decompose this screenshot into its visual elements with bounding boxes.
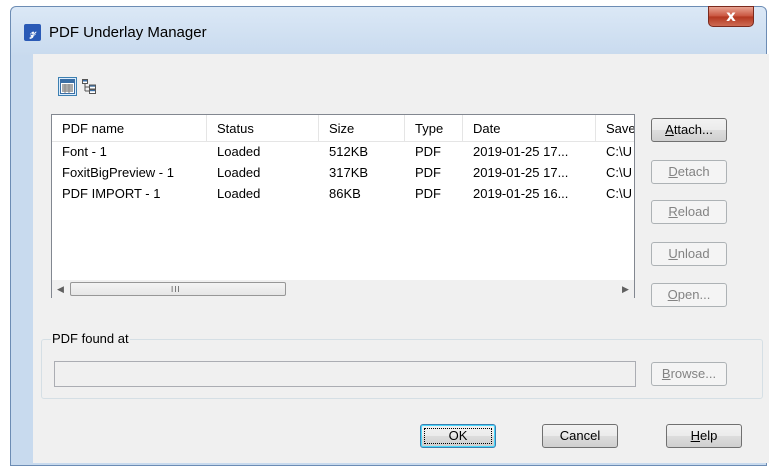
cell-status: Loaded bbox=[217, 165, 261, 180]
cell-pdf-name: Font - 1 bbox=[62, 144, 107, 159]
column-header-date[interactable]: Date bbox=[463, 115, 596, 141]
focus-rectangle bbox=[424, 428, 492, 444]
scroll-grip-icon: III bbox=[171, 285, 181, 294]
tree-view-button[interactable] bbox=[80, 77, 99, 96]
cell-size: 512KB bbox=[329, 144, 369, 159]
detach-button[interactable]: Detach bbox=[651, 160, 727, 184]
scroll-left-button[interactable]: ◀ bbox=[52, 281, 69, 298]
unload-label: nload bbox=[677, 246, 710, 261]
cell-status: Loaded bbox=[217, 144, 261, 159]
cell-saved-path: C:\U bbox=[606, 165, 632, 180]
column-header-type[interactable]: Type bbox=[405, 115, 463, 141]
detach-label: etach bbox=[677, 164, 710, 179]
column-header-size[interactable]: Size bbox=[319, 115, 405, 141]
reload-button[interactable]: Reload bbox=[651, 200, 727, 224]
browse-mnemonic: B bbox=[661, 366, 671, 381]
app-icon: 𝓏 bbox=[24, 24, 41, 41]
attach-button[interactable]: Attach... bbox=[651, 118, 727, 142]
detach-mnemonic: D bbox=[668, 164, 678, 179]
cell-size: 86KB bbox=[329, 186, 361, 201]
unload-button[interactable]: Unload bbox=[651, 242, 727, 266]
horizontal-scrollbar[interactable]: ◀ III ▶ bbox=[52, 280, 634, 298]
cancel-button[interactable]: Cancel bbox=[542, 424, 618, 448]
ok-button[interactable]: OK bbox=[420, 424, 496, 448]
table-row[interactable]: Font - 1 Loaded 512KB PDF 2019-01-25 17.… bbox=[52, 142, 634, 162]
list-view-button[interactable] bbox=[58, 77, 77, 96]
unload-mnemonic: U bbox=[668, 246, 678, 261]
attach-label: ttach... bbox=[673, 122, 713, 137]
column-header-status[interactable]: Status bbox=[207, 115, 319, 141]
scroll-thumb[interactable]: III bbox=[70, 282, 286, 296]
scroll-right-button[interactable]: ▶ bbox=[617, 281, 634, 298]
pdf-found-at-label: PDF found at bbox=[51, 331, 130, 346]
cell-type: PDF bbox=[415, 186, 441, 201]
cell-saved-path: C:\U bbox=[606, 144, 632, 159]
tree-view-icon bbox=[82, 79, 96, 94]
cell-date: 2019-01-25 17... bbox=[473, 144, 569, 159]
table-row[interactable]: FoxitBigPreview - 1 Loaded 317KB PDF 201… bbox=[52, 163, 634, 183]
arrow-right-icon: ▶ bbox=[622, 284, 629, 294]
cell-saved-path: C:\U bbox=[606, 186, 632, 201]
close-button[interactable]: x bbox=[708, 6, 754, 27]
open-label: pen... bbox=[677, 287, 711, 302]
list-body: Font - 1 Loaded 512KB PDF 2019-01-25 17.… bbox=[52, 142, 634, 280]
open-button[interactable]: Open... bbox=[651, 283, 727, 307]
reload-mnemonic: R bbox=[668, 204, 678, 219]
close-icon: x bbox=[726, 7, 736, 25]
cell-size: 317KB bbox=[329, 165, 369, 180]
help-mnemonic: H bbox=[690, 428, 701, 443]
list-view-icon bbox=[60, 79, 75, 94]
list-header: PDF name Status Size Type Date Save bbox=[52, 115, 634, 142]
title-bar[interactable]: 𝓏 PDF Underlay Manager x bbox=[11, 6, 766, 53]
cell-status: Loaded bbox=[217, 186, 261, 201]
cell-pdf-name: PDF IMPORT - 1 bbox=[62, 186, 161, 201]
browse-label: rowse... bbox=[670, 366, 717, 381]
cell-date: 2019-01-25 16... bbox=[473, 186, 569, 201]
pdf-list[interactable]: PDF name Status Size Type Date Save Font… bbox=[51, 114, 635, 298]
column-header-saved-path[interactable]: Save bbox=[596, 115, 634, 141]
attach-mnemonic: A bbox=[665, 122, 674, 137]
browse-button[interactable]: Browse... bbox=[651, 362, 727, 386]
open-mnemonic: O bbox=[667, 287, 678, 302]
help-label: elp bbox=[700, 428, 718, 443]
cell-pdf-name: FoxitBigPreview - 1 bbox=[62, 165, 174, 180]
help-button[interactable]: Help bbox=[666, 424, 742, 448]
table-row[interactable]: PDF IMPORT - 1 Loaded 86KB PDF 2019-01-2… bbox=[52, 184, 634, 204]
cell-date: 2019-01-25 17... bbox=[473, 165, 569, 180]
pdf-underlay-manager-dialog: 𝓏 PDF Underlay Manager x PDF name Status… bbox=[10, 6, 769, 466]
column-header-pdf-name[interactable]: PDF name bbox=[52, 115, 207, 141]
dialog-client-area: PDF name Status Size Type Date Save Font… bbox=[33, 54, 769, 463]
arrow-left-icon: ◀ bbox=[57, 284, 64, 294]
found-path-field bbox=[54, 361, 636, 387]
reload-label: eload bbox=[677, 204, 710, 219]
cell-type: PDF bbox=[415, 144, 441, 159]
dialog-title: PDF Underlay Manager bbox=[49, 24, 207, 41]
cancel-label: Cancel bbox=[559, 428, 601, 443]
cell-type: PDF bbox=[415, 165, 441, 180]
